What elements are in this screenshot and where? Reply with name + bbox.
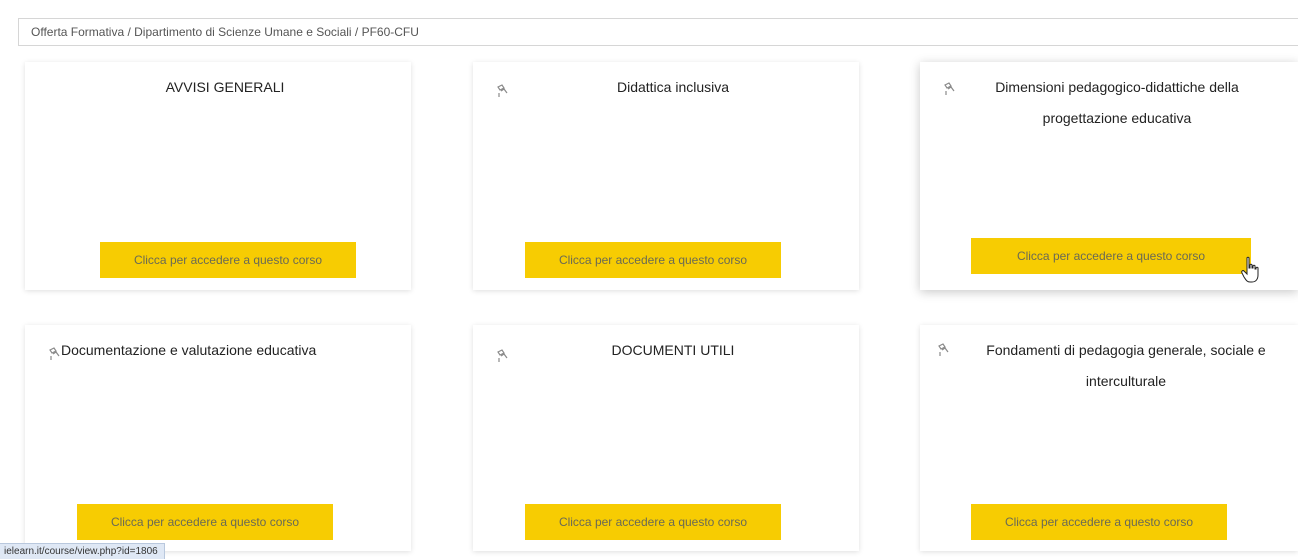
breadcrumb-path: Offerta Formativa / Dipartimento di Scie… <box>31 25 419 39</box>
hand-cursor-icon <box>1241 256 1259 283</box>
course-title: DOCUMENTI UTILI <box>611 342 735 358</box>
course-access-button[interactable]: Clicca per accedere a questo corso <box>971 238 1251 274</box>
breadcrumb: Offerta Formativa / Dipartimento di Scie… <box>18 18 1298 46</box>
course-card-documentazione-valutazione[interactable]: Documentazione e valutazione educativa C… <box>25 325 411 551</box>
status-bar-url: ielearn.it/course/view.php?id=1806 <box>0 543 165 559</box>
course-access-button[interactable]: Clicca per accedere a questo corso <box>525 242 781 278</box>
course-title: Dimensioni pedagogico-didattiche della p… <box>995 79 1239 126</box>
broken-image-icon <box>938 343 949 356</box>
course-title: Fondamenti di pedagogia generale, social… <box>986 342 1266 389</box>
course-title: Didattica inclusiva <box>616 79 730 95</box>
course-card-didattica-inclusiva[interactable]: Didattica inclusiva Clicca per accedere … <box>473 62 859 290</box>
course-list-page: Offerta Formativa / Dipartimento di Scie… <box>0 0 1298 559</box>
course-title: AVVISI GENERALI <box>165 79 285 95</box>
course-access-button[interactable]: Clicca per accedere a questo corso <box>971 504 1227 540</box>
course-access-button[interactable]: Clicca per accedere a questo corso <box>525 504 781 540</box>
course-card-documenti-utili[interactable]: DOCUMENTI UTILI Clicca per accedere a qu… <box>473 325 859 551</box>
course-title: Documentazione e valutazione educativa <box>61 342 317 358</box>
course-access-button[interactable]: Clicca per accedere a questo corso <box>100 242 356 278</box>
course-card-fondamenti-pedagogia[interactable]: Fondamenti di pedagogia generale, social… <box>920 325 1298 551</box>
course-access-button[interactable]: Clicca per accedere a questo corso <box>77 504 333 540</box>
course-card-avvisi-generali[interactable]: AVVISI GENERALI Clicca per accedere a qu… <box>25 62 411 290</box>
